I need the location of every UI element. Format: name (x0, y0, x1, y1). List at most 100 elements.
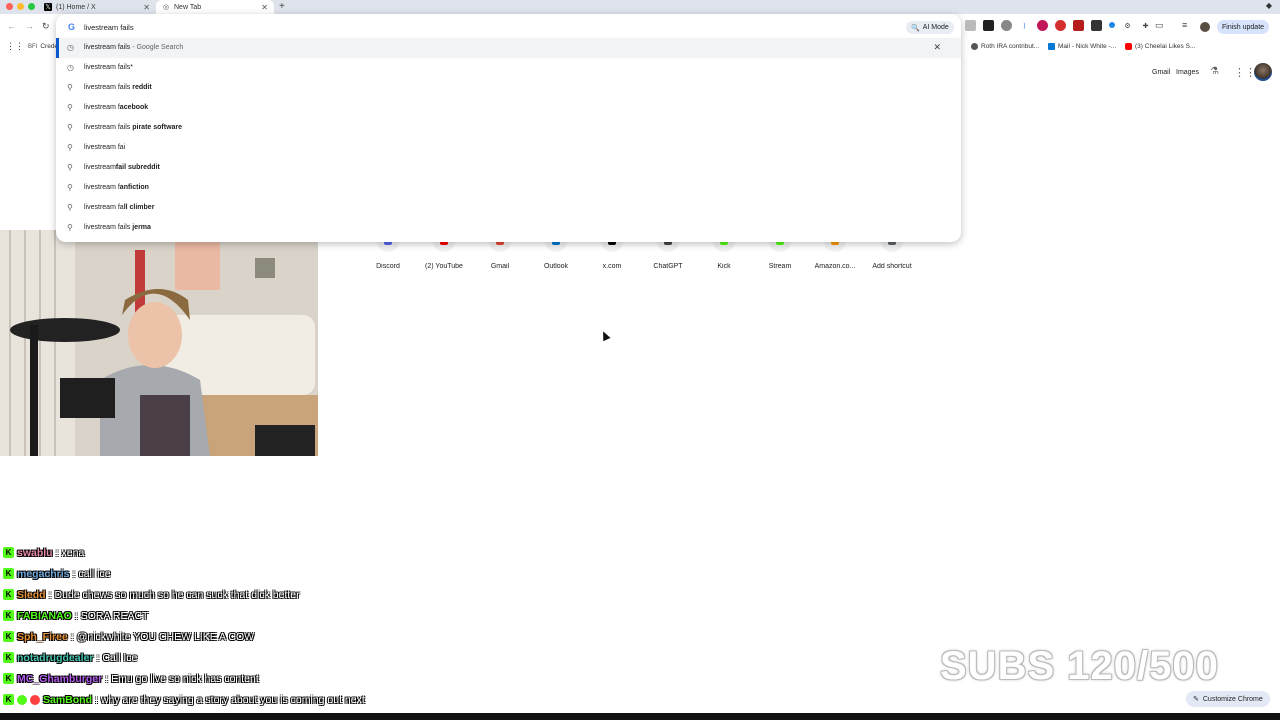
side-panel-icon[interactable]: ▭ (1155, 20, 1164, 31)
chat-message: K Sph_Firee: @nickwhite YOU CHEW LIKE A CO… (3, 626, 623, 647)
suggestion-text: livestream facebook (84, 104, 149, 111)
customize-chrome-button[interactable]: ✎ Customize Chrome (1186, 691, 1270, 707)
search-icon: ⚲ (67, 143, 73, 152)
bookmark-item[interactable]: (3) Cheelai Likes S... (1125, 43, 1195, 50)
chat-separator: : (48, 588, 52, 601)
extension-icon[interactable] (1055, 20, 1066, 31)
suggestion-item[interactable]: ◷ livestream fails* (56, 58, 961, 78)
suggestion-item[interactable]: ⚲ livestream fails jerma (56, 218, 961, 238)
shortcut-label: Gmail (490, 263, 510, 270)
chat-message: Knotadrugdealer: Call Ice (3, 647, 623, 668)
bookmark-label: (3) Cheelai Likes S... (1135, 43, 1196, 50)
extension-icon[interactable] (1091, 20, 1102, 31)
chat-text: Emu go live so nick has content (111, 672, 259, 685)
kick-badge-icon: K (3, 652, 14, 663)
chat-message: K SamBond: why are they saying a story abo… (3, 689, 623, 710)
shortcut-label: x.com (602, 263, 622, 270)
suggestion-item[interactable]: ⚲ livestream fails reddit (56, 78, 961, 98)
ai-mode-button[interactable]: 🔍 AI Mode (906, 21, 954, 34)
bookmark-item[interactable]: Mail - Nick White -... (1048, 43, 1116, 50)
bookmark-item[interactable]: BFI Crede (28, 43, 58, 50)
suggestion-text: livestreamfail subreddit (84, 164, 160, 171)
tab-new-tab[interactable]: ◎ New Tab ✕ (156, 0, 274, 14)
extension-icon[interactable] (1109, 22, 1115, 28)
suggestion-item[interactable]: ⚲ livestream fall climber (56, 198, 961, 218)
extension-icon[interactable]: ⟩ (1019, 20, 1030, 31)
chat-message: K MC_Ghamburger: Emu go live so nick has c… (3, 668, 623, 689)
suggestion-item[interactable]: ◷ livestream fails - Google Search ✕ (56, 38, 961, 58)
search-icon: ⚲ (67, 103, 73, 112)
user-badge-icon (17, 694, 27, 705)
extension-icon[interactable] (1037, 20, 1048, 31)
minimize-window-button[interactable] (17, 3, 24, 10)
profile-avatar[interactable] (1200, 22, 1210, 32)
labs-icon[interactable]: ⚗ (1210, 66, 1219, 77)
omnibox[interactable]: G livestream fails 🔍 AI Mode (56, 14, 961, 40)
apps-grid-icon[interactable]: ⋮⋮ (6, 41, 24, 52)
chat-username: megachris (17, 567, 70, 580)
ai-mode-label: AI Mode (922, 24, 949, 31)
suggestion-item[interactable]: ⚲ livestream fails pirate software (56, 118, 961, 138)
suggestion-item[interactable]: ⚲ livestream facebook (56, 98, 961, 118)
puzzle-icon[interactable]: ✚ (1140, 20, 1151, 31)
extension-icon[interactable] (1001, 20, 1012, 31)
zoom-window-button[interactable] (28, 3, 35, 10)
chat-text: @nickwhite YOU CHEW LIKE A COW (76, 630, 255, 643)
tab-search-icon[interactable]: ◆ (1266, 1, 1272, 10)
chat-username: notadrugdealer (17, 651, 94, 664)
media-icon[interactable]: ≡ (1182, 20, 1187, 30)
chat-text: Dude chews so much so he can suck that d… (54, 588, 300, 601)
omnibox-dropdown: G livestream fails 🔍 AI Mode ◷ livestream… (56, 14, 961, 242)
close-icon[interactable]: ✕ (143, 3, 150, 12)
remove-suggestion-icon[interactable]: ✕ (933, 42, 941, 53)
bookmark-item[interactable]: Roth IRA contribut... (971, 43, 1039, 50)
extension-icon[interactable]: ⚙ (1122, 20, 1133, 31)
reload-icon[interactable]: ↻ (42, 21, 50, 32)
shortcut-label: Add shortcut (872, 263, 912, 270)
shortcut-label: Stream (768, 263, 792, 270)
suggestion-item[interactable]: ⚲ livestream fai (56, 138, 961, 158)
subs-counter: SUBS 120/500 (940, 644, 1219, 688)
chat-username: Sledd (17, 588, 46, 601)
chat-separator: : (96, 651, 100, 664)
customize-chrome-label: Customize Chrome (1202, 695, 1263, 703)
chat-username: MC_Ghamburger (17, 672, 103, 685)
extension-icon[interactable] (983, 20, 994, 31)
chat-text: SORA REACT (80, 609, 149, 622)
suggestion-item[interactable]: ⚲ livestreamfail subreddit (56, 158, 961, 178)
omnibox-input[interactable]: livestream fails (84, 23, 134, 32)
close-icon[interactable]: ✕ (261, 3, 268, 12)
extension-icon[interactable] (965, 20, 976, 31)
tab-home-x[interactable]: 𝕏 (1) Home / X ✕ (38, 0, 156, 14)
chat-separator: : (72, 567, 76, 580)
shortcut-label: (2) YouTube (425, 263, 463, 270)
kick-badge-icon: K (3, 631, 14, 642)
close-window-button[interactable] (6, 3, 13, 10)
google-icon: G (68, 22, 76, 32)
back-icon[interactable]: ← (7, 21, 16, 31)
chat-text: why are they saying a story about you is… (100, 693, 365, 706)
shortcut-label: Kick (717, 263, 731, 270)
history-icon: ◷ (67, 43, 74, 52)
new-tab-button[interactable]: + (279, 0, 285, 13)
kick-badge-icon: K (3, 568, 14, 579)
extension-icon[interactable] (1073, 20, 1084, 31)
finish-update-button[interactable]: Finish update (1217, 20, 1270, 34)
bookmark-label: Mail - Nick White -... (1058, 43, 1117, 50)
chat-overlay: Kswablu: xena Kmegachris: call ice K Sledd: Du… (3, 542, 623, 710)
gmail-link[interactable]: Gmail (1152, 69, 1170, 76)
images-link[interactable]: Images (1176, 69, 1199, 76)
chat-message: Kmegachris: call ice (3, 563, 623, 584)
account-avatar[interactable] (1254, 63, 1272, 81)
chat-username: SamBond (43, 693, 93, 706)
suggestion-item[interactable]: ⚲ livestream fanfiction (56, 178, 961, 198)
chat-text: Call Ice (102, 651, 138, 664)
suggestion-text: livestream fanfiction (84, 184, 149, 191)
bottom-bar (0, 713, 1280, 720)
bookmark-icon (971, 43, 978, 50)
forward-icon[interactable]: → (25, 21, 34, 31)
extensions-bar: ⟩ ⚙ ✚ (965, 20, 1151, 31)
outlook-icon (1048, 43, 1055, 50)
kick-badge-icon: K (3, 694, 14, 705)
suggestion-text: livestream fall climber (84, 204, 155, 211)
